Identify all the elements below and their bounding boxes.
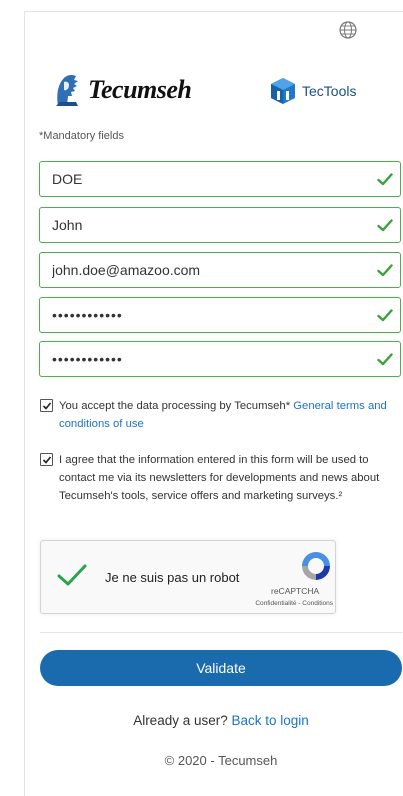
email-input[interactable] (40, 253, 370, 287)
first-name-input[interactable] (40, 208, 370, 242)
tecumseh-wordmark: Tecumseh (88, 75, 192, 104)
password-input[interactable] (40, 298, 370, 332)
data-processing-label: You accept the data processing by Tecums… (59, 400, 294, 412)
validate-button[interactable]: Validate (40, 650, 402, 686)
tectools-wordmark: TecTools (302, 83, 357, 99)
globe-icon[interactable] (338, 20, 358, 40)
brand-row: Tecumseh TecTools (52, 70, 403, 110)
newsletter-label: I agree that the information entered in … (59, 454, 380, 502)
data-processing-text: You accept the data processing by Tecums… (59, 397, 400, 433)
confirm-password-field[interactable] (39, 341, 401, 377)
recaptcha-logo-icon (302, 552, 330, 580)
data-processing-checkbox[interactable] (40, 399, 53, 412)
check-icon (370, 172, 400, 186)
last-name-field[interactable] (39, 161, 401, 197)
tecumseh-chief-icon (56, 74, 78, 106)
password-field[interactable] (39, 297, 401, 333)
check-icon (370, 263, 400, 277)
copyright: © 2020 - Tecumseh (164, 753, 278, 768)
check-icon (370, 218, 400, 232)
confirm-password-input[interactable] (40, 342, 370, 376)
recaptcha-terms[interactable]: Confidentialité - Conditions (229, 600, 333, 607)
check-icon (370, 308, 400, 322)
newsletter-consent: I agree that the information entered in … (40, 451, 400, 505)
recaptcha-brand: reCAPTCHA (271, 586, 320, 596)
data-processing-consent: You accept the data processing by Tecums… (40, 397, 400, 433)
mandatory-note: *Mandatory fields (39, 130, 124, 142)
last-name-input[interactable] (40, 162, 370, 196)
newsletter-checkbox[interactable] (40, 453, 53, 466)
recaptcha-label: Je ne suis pas un robot (105, 570, 240, 585)
already-user-text: Already a user? (133, 713, 232, 728)
divider (40, 632, 402, 633)
email-field[interactable] (39, 252, 401, 288)
check-icon (370, 352, 400, 366)
recaptcha-check-icon (57, 564, 87, 586)
tecumseh-logo: Tecumseh (52, 70, 192, 110)
tectools-cube-icon (271, 78, 295, 104)
recaptcha-widget[interactable]: Je ne suis pas un robot reCAPTCHA Confid… (40, 540, 336, 614)
first-name-field[interactable] (39, 207, 401, 243)
tectools-logo: TecTools (268, 76, 356, 106)
already-user-line: Already a user? Back to login (40, 713, 402, 728)
back-to-login-link[interactable]: Back to login (232, 713, 309, 728)
